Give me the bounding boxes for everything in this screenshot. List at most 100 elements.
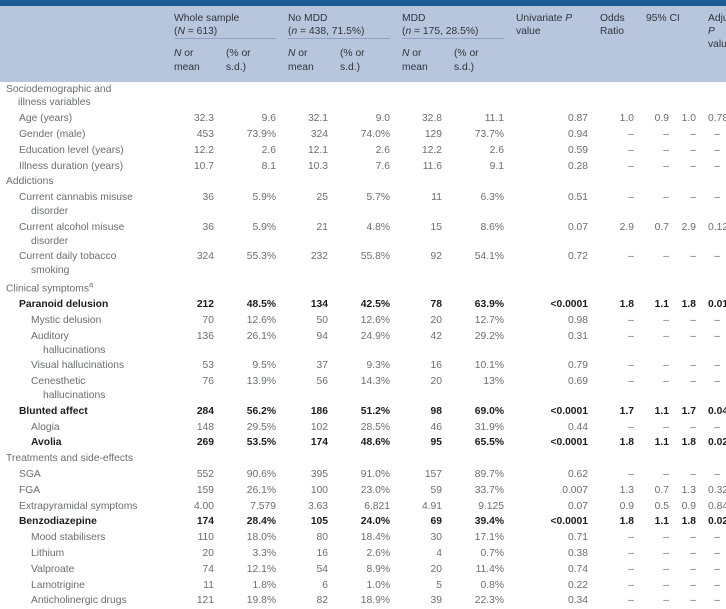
section-clinical-symptoms: Clinical symptomsa bbox=[0, 279, 726, 297]
cell-nomdd-n: 174 bbox=[310, 437, 328, 449]
cell-univariate-p: 0.07 bbox=[567, 500, 588, 512]
cell-nomdd-pct: 28.5% bbox=[360, 421, 390, 433]
cell-ci-upper: – bbox=[690, 563, 696, 575]
cell-ci-upper bbox=[671, 82, 702, 112]
cell-nomdd-pct: 9.0 bbox=[375, 113, 390, 125]
cell-mdd-n bbox=[396, 82, 448, 112]
cell-odds-ratio: 1.8 bbox=[619, 437, 634, 449]
row-label-line1: Extrapyramidal symptoms bbox=[19, 500, 138, 512]
cell-ci-lower: – bbox=[663, 360, 669, 372]
cell-nomdd-pct: 74.0% bbox=[360, 129, 390, 141]
row-label-line1: Clinical symptoms bbox=[6, 283, 89, 295]
cell-whole-n: 136 bbox=[196, 330, 214, 342]
cell-whole-n: 284 bbox=[196, 405, 214, 417]
cell-mdd-n: 157 bbox=[424, 469, 442, 481]
cell-whole-pct: 90.6% bbox=[246, 469, 276, 481]
cell-mdd-n: 12.2 bbox=[421, 144, 442, 156]
row-label-line1: Illness duration (years) bbox=[19, 160, 124, 172]
cell-nomdd-n: 324 bbox=[310, 129, 328, 141]
cell-ci-upper: 1.3 bbox=[681, 484, 696, 496]
cell-nomdd-n bbox=[282, 174, 334, 190]
row-label: Illness duration (years) bbox=[0, 159, 168, 175]
cell-mdd-pct: 9.1 bbox=[489, 160, 504, 172]
cell-nomdd-n bbox=[282, 82, 334, 112]
cell-mdd-pct: 17.1% bbox=[474, 532, 504, 544]
cell-univariate-p bbox=[510, 279, 594, 297]
cell-whole-n: 11 bbox=[203, 579, 214, 591]
cell-adjusted-p: – bbox=[714, 192, 720, 204]
row-label: Current alcohol misuse disorder bbox=[0, 220, 168, 250]
cell-ci-lower: – bbox=[663, 532, 669, 544]
cell-odds-ratio: – bbox=[628, 160, 634, 172]
cell-odds-ratio bbox=[594, 279, 640, 297]
cell-nomdd-n: 80 bbox=[316, 532, 328, 544]
cell-whole-n: 76 bbox=[202, 376, 214, 388]
cell-whole-pct: 53.5% bbox=[246, 437, 276, 449]
cell-whole-pct: 12.1% bbox=[246, 563, 276, 575]
row-label: SGA bbox=[0, 467, 168, 483]
cell-whole-n: 174 bbox=[196, 516, 214, 528]
cell-univariate-p: <0.0001 bbox=[550, 405, 588, 417]
cell-ci-upper: 1.8 bbox=[681, 437, 696, 449]
row-label-line1: Education level (years) bbox=[19, 144, 124, 156]
row-label: Treatments and side-effects bbox=[0, 451, 168, 467]
header-sub-label-col bbox=[0, 44, 168, 82]
cell-whole-n: 212 bbox=[196, 299, 214, 311]
cell-ci-upper: – bbox=[690, 330, 696, 342]
cell-mdd-pct: 54.1% bbox=[474, 251, 504, 263]
cell-whole-n: 552 bbox=[196, 469, 214, 481]
cell-adjusted-p: – bbox=[714, 144, 720, 156]
cell-nomdd-pct: 18.4% bbox=[360, 532, 390, 544]
cell-ci-upper: – bbox=[690, 315, 696, 327]
header-sub-mdd-n-line2: mean bbox=[402, 61, 428, 73]
cell-whole-pct bbox=[220, 174, 282, 190]
row-alogia: Alogia 148 29.5% 102 28.5% 46 31.9% 0.44 – – – – bbox=[0, 420, 726, 436]
cell-odds-ratio: 1.7 bbox=[619, 405, 634, 417]
cell-mdd-n: 4.91 bbox=[421, 500, 442, 512]
cell-adjusted-p bbox=[702, 279, 726, 297]
cell-mdd-n: 15 bbox=[430, 221, 442, 233]
cell-odds-ratio: 2.9 bbox=[619, 221, 634, 233]
cell-nomdd-n: 232 bbox=[310, 251, 328, 263]
section-treatments-side-effects: Treatments and side-effects bbox=[0, 451, 726, 467]
header-95-ci: 95% CI bbox=[640, 6, 702, 82]
cell-univariate-p: 0.62 bbox=[567, 469, 588, 481]
row-label-line1: Current daily tobacco bbox=[19, 251, 117, 263]
cell-mdd-n bbox=[396, 174, 448, 190]
cell-adjusted-p: 0.84 bbox=[708, 500, 726, 512]
cell-mdd-n: 30 bbox=[430, 532, 442, 544]
cell-nomdd-pct: 55.8% bbox=[360, 251, 390, 263]
cell-mdd-n: 20 bbox=[430, 376, 442, 388]
cell-ci-lower bbox=[640, 451, 671, 467]
cell-ci-lower bbox=[640, 82, 671, 112]
cell-ci-upper: – bbox=[690, 376, 696, 388]
row-label: Blunted affect bbox=[0, 404, 168, 420]
cell-mdd-pct: 11.1 bbox=[484, 113, 504, 125]
row-blunted-affect: Blunted affect 284 56.2% 186 51.2% 98 69.0% <0.… bbox=[0, 404, 726, 420]
cell-adjusted-p: 0.02 bbox=[708, 516, 726, 528]
cell-univariate-p: 0.98 bbox=[567, 315, 588, 327]
row-paranoid-delusion: Paranoid delusion 212 48.5% 134 42.5% 78 63.9%… bbox=[0, 297, 726, 313]
row-label-line1: Current cannabis misuse bbox=[19, 192, 133, 204]
cell-mdd-n: 32.8 bbox=[421, 113, 442, 125]
cell-whole-pct bbox=[220, 451, 282, 467]
cell-univariate-p bbox=[510, 82, 594, 112]
cell-nomdd-n: 3.63 bbox=[307, 500, 328, 512]
row-tobacco-smoking: Current daily tobacco smoking 324 55.3% 232 5… bbox=[0, 249, 726, 279]
header-odds-ratio: Odds Ratio bbox=[594, 6, 640, 82]
cell-ci-upper: – bbox=[690, 192, 696, 204]
cell-whole-pct: 26.1% bbox=[246, 330, 276, 342]
row-label: Lamotrigine bbox=[0, 578, 168, 594]
cell-ci-lower: – bbox=[663, 160, 669, 172]
header-sub-nomdd-pct-line1: (% or bbox=[340, 48, 365, 60]
header-adjusted-p-line2: value* bbox=[708, 39, 726, 51]
cell-nomdd-n: 54 bbox=[316, 563, 328, 575]
row-sga: SGA 552 90.6% 395 91.0% 157 89.7% 0.62 – – – – bbox=[0, 467, 726, 483]
row-label-line1: Visual hallucinations bbox=[31, 360, 125, 372]
cell-nomdd-n: 105 bbox=[310, 516, 328, 528]
header-whole-sample-title: Whole sample bbox=[174, 13, 240, 24]
cell-adjusted-p: 0.32 bbox=[708, 484, 726, 496]
cell-adjusted-p: – bbox=[714, 532, 720, 544]
row-label-line1: Mood stabilisers bbox=[31, 532, 106, 544]
cell-whole-n: 70 bbox=[202, 315, 214, 327]
